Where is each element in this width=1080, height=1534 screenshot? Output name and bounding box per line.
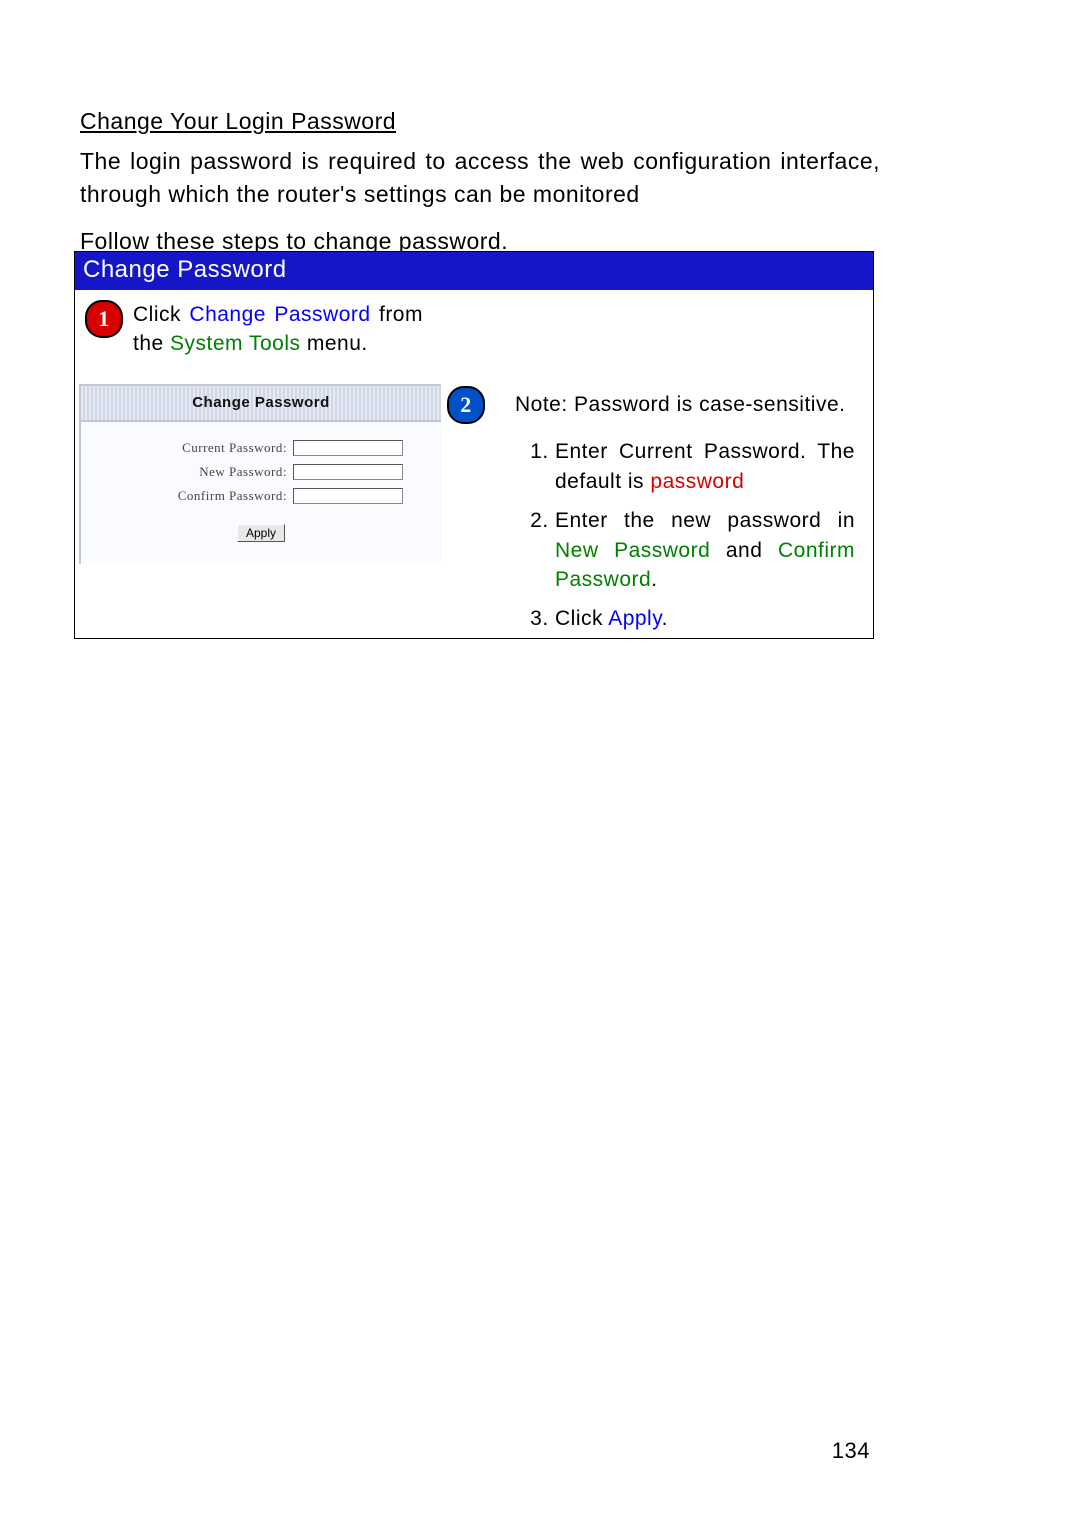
step1-menu: System Tools (170, 332, 301, 355)
li1-b: password (650, 470, 744, 493)
form-button-row: Apply (87, 524, 435, 542)
form-screenshot: Change Password Current Password: New Pa… (79, 384, 441, 564)
apply-button[interactable]: Apply (237, 524, 285, 542)
box-title: Change Password (75, 252, 873, 290)
step1-pre: Click (133, 303, 189, 326)
li3-a: Click (555, 607, 608, 630)
form-row-confirm: Confirm Password: (87, 486, 435, 506)
step-badge-2: 2 (447, 386, 485, 424)
step1-text: Click Change Password from the System To… (133, 300, 423, 359)
li3-c: . (662, 607, 668, 630)
note-text: Note: Password is case-sensitive. (515, 390, 855, 419)
list-item-2: Enter the new password in New Password a… (555, 506, 855, 594)
input-current-password[interactable] (293, 440, 403, 456)
box-body: 1 Click Change Password from the System … (75, 290, 873, 638)
section-heading: Change Your Login Password (80, 108, 880, 135)
li2-a: Enter the new password in (555, 509, 855, 532)
label-new-password: New Password: (87, 464, 293, 480)
li3-b: Apply (608, 607, 661, 630)
form-row-new: New Password: (87, 462, 435, 482)
label-confirm-password: Confirm Password: (87, 488, 293, 504)
document-page: Change Your Login Password The login pas… (0, 0, 1080, 1534)
intro-block: Change Your Login Password The login pas… (80, 108, 880, 255)
step-badge-1: 1 (85, 300, 123, 338)
page-number: 134 (832, 1438, 870, 1464)
instruction-list: Enter Current Password. The default is p… (515, 437, 855, 633)
form-title: Change Password (81, 386, 441, 422)
li2-c: and (710, 539, 778, 562)
list-item-3: Click Apply. (555, 604, 855, 633)
input-confirm-password[interactable] (293, 488, 403, 504)
step2-instructions: Note: Password is case-sensitive. Enter … (515, 390, 855, 644)
instruction-box: Change Password 1 Click Change Password … (74, 251, 874, 639)
intro-paragraph-1: The login password is required to access… (80, 145, 880, 212)
form-row-current: Current Password: (87, 438, 435, 458)
li2-e: . (651, 568, 657, 591)
label-current-password: Current Password: (87, 440, 293, 456)
li2-b: New Password (555, 539, 710, 562)
step1-link: Change Password (189, 303, 370, 326)
input-new-password[interactable] (293, 464, 403, 480)
form-body: Current Password: New Password: Confirm … (81, 422, 441, 542)
step1-post: menu. (301, 332, 368, 355)
list-item-1: Enter Current Password. The default is p… (555, 437, 855, 496)
